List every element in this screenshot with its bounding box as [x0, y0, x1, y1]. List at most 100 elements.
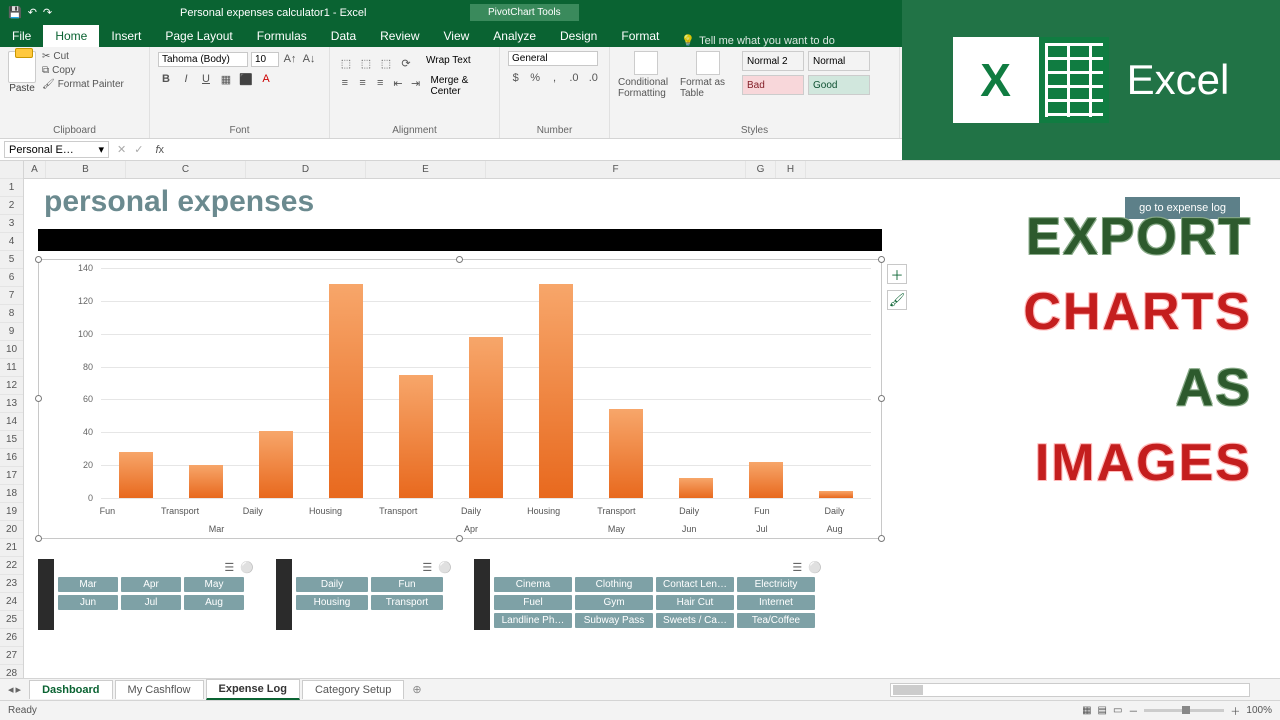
slicer-item[interactable]: Sweets / Ca… — [656, 613, 734, 628]
row-headers[interactable]: 1234567891011121314151617181920212223242… — [0, 161, 24, 695]
slicer-item[interactable]: Contact Len… — [656, 577, 734, 592]
multiselect-icon[interactable]: ☰ — [422, 561, 432, 574]
orientation-icon[interactable]: ⟳ — [398, 55, 414, 71]
font-color-button[interactable]: A — [258, 71, 274, 87]
zoom-out-icon[interactable]: － — [1128, 703, 1138, 718]
italic-button[interactable]: I — [178, 71, 194, 87]
slicer-category[interactable]: ☰⚪ DailyFunHousingTransport — [276, 559, 456, 630]
percent-icon[interactable]: % — [527, 70, 542, 86]
format-as-table-button[interactable]: Format as Table — [680, 51, 736, 99]
slicer-month[interactable]: ☰⚪ MarAprMayJunJulAug — [38, 559, 258, 630]
increase-font-icon[interactable]: A↑ — [282, 51, 298, 67]
font-size-combo[interactable]: 10 — [251, 52, 279, 67]
name-box[interactable]: Personal E…▾ — [4, 141, 109, 158]
chart-elements-button[interactable]: ＋ — [887, 264, 907, 284]
tab-file[interactable]: File — [0, 25, 43, 47]
increase-decimal-icon[interactable]: .0 — [566, 70, 581, 86]
slicer-item[interactable]: Apr — [121, 577, 181, 592]
slicer-item[interactable]: Fuel — [494, 595, 572, 610]
resize-handle[interactable] — [35, 256, 42, 263]
cell-style[interactable]: Good — [808, 75, 870, 95]
align-bottom-icon[interactable]: ⬚ — [378, 55, 394, 71]
multiselect-icon[interactable]: ☰ — [792, 561, 802, 574]
resize-handle[interactable] — [878, 395, 885, 402]
save-icon[interactable]: 💾 — [8, 6, 22, 19]
slicer-item[interactable]: Jun — [58, 595, 118, 610]
decrease-font-icon[interactable]: A↓ — [301, 51, 317, 67]
align-middle-icon[interactable]: ⬚ — [358, 55, 374, 71]
merge-center-button[interactable]: Merge & Center — [431, 75, 491, 97]
clear-filter-icon[interactable]: ⚪ — [240, 561, 254, 574]
view-normal-icon[interactable]: ▦ — [1082, 705, 1091, 716]
scrollbar-thumb[interactable] — [893, 685, 923, 695]
tab-insert[interactable]: Insert — [99, 25, 153, 47]
tell-me-search[interactable]: 💡Tell me what you want to do — [681, 34, 834, 47]
conditional-formatting-button[interactable]: Conditional Formatting — [618, 51, 674, 99]
fx-icon[interactable]: fx — [147, 144, 172, 156]
paste-button[interactable]: Paste — [8, 51, 36, 94]
cell-style[interactable]: Bad — [742, 75, 804, 95]
tab-home[interactable]: Home — [43, 25, 99, 47]
align-right-icon[interactable]: ≡ — [373, 75, 387, 91]
slicer-item[interactable]: Landline Ph… — [494, 613, 572, 628]
align-left-icon[interactable]: ≡ — [338, 75, 352, 91]
tab-analyze[interactable]: Analyze — [481, 25, 548, 47]
wrap-text-button[interactable]: Wrap Text — [426, 55, 471, 71]
currency-icon[interactable]: $ — [508, 70, 523, 86]
border-button[interactable]: ▦ — [218, 71, 234, 87]
slicer-item[interactable]: Mar — [58, 577, 118, 592]
zoom-in-icon[interactable]: ＋ — [1230, 703, 1240, 718]
tab-format[interactable]: Format — [609, 25, 671, 47]
sheet-tab-expense-log[interactable]: Expense Log — [206, 679, 300, 700]
resize-handle[interactable] — [878, 535, 885, 542]
tab-scroll-right-icon[interactable]: ▸ — [16, 683, 22, 696]
slicer-subcategory[interactable]: ☰⚪ CinemaClothingContact Len…Electricity… — [474, 559, 826, 630]
resize-handle[interactable] — [35, 395, 42, 402]
chart-styles-button[interactable]: 🖌 — [887, 290, 907, 310]
cancel-icon[interactable]: ✕ — [113, 143, 130, 156]
cell-style[interactable]: Normal — [808, 51, 870, 71]
slicer-item[interactable]: Hair Cut — [656, 595, 734, 610]
align-center-icon[interactable]: ≡ — [356, 75, 370, 91]
underline-button[interactable]: U — [198, 71, 214, 87]
tab-data[interactable]: Data — [319, 25, 368, 47]
slicer-item[interactable]: Jul — [121, 595, 181, 610]
copy-button[interactable]: ⧉Copy — [42, 65, 124, 76]
tab-formulas[interactable]: Formulas — [245, 25, 319, 47]
undo-icon[interactable]: ↶ — [28, 6, 37, 19]
pivot-chart[interactable]: 020406080100120140 FunTransportDailyHous… — [38, 259, 882, 539]
sheet-tab-dashboard[interactable]: Dashboard — [29, 680, 112, 699]
view-break-icon[interactable]: ▭ — [1113, 705, 1122, 716]
clear-filter-icon[interactable]: ⚪ — [438, 561, 452, 574]
cell-style[interactable]: Normal 2 — [742, 51, 804, 71]
slicer-item[interactable]: Cinema — [494, 577, 572, 592]
tab-scroll-left-icon[interactable]: ◂ — [8, 683, 14, 696]
clear-filter-icon[interactable]: ⚪ — [808, 561, 822, 574]
slicer-item[interactable]: Tea/Coffee — [737, 613, 815, 628]
slicer-item[interactable]: Housing — [296, 595, 368, 610]
resize-handle[interactable] — [456, 535, 463, 542]
slicer-item[interactable]: Clothing — [575, 577, 653, 592]
slicer-item[interactable]: May — [184, 577, 244, 592]
slicer-item[interactable]: Fun — [371, 577, 443, 592]
align-top-icon[interactable]: ⬚ — [338, 55, 354, 71]
redo-icon[interactable]: ↷ — [43, 6, 52, 19]
tab-design[interactable]: Design — [548, 25, 609, 47]
slicer-item[interactable]: Transport — [371, 595, 443, 610]
new-sheet-button[interactable]: ⊕ — [412, 683, 421, 696]
multiselect-icon[interactable]: ☰ — [224, 561, 234, 574]
indent-dec-icon[interactable]: ⇤ — [391, 75, 405, 91]
sheet-tab-category-setup[interactable]: Category Setup — [302, 680, 404, 699]
slicer-item[interactable]: Gym — [575, 595, 653, 610]
fill-color-button[interactable]: ⬛ — [238, 71, 254, 87]
number-format-combo[interactable]: General — [508, 51, 598, 66]
resize-handle[interactable] — [456, 256, 463, 263]
cut-button[interactable]: ✂Cut — [42, 51, 124, 62]
slicer-item[interactable]: Internet — [737, 595, 815, 610]
sheet-tab-cashflow[interactable]: My Cashflow — [115, 680, 204, 699]
format-painter-button[interactable]: 🖌Format Painter — [42, 79, 124, 90]
indent-inc-icon[interactable]: ⇥ — [409, 75, 423, 91]
bold-button[interactable]: B — [158, 71, 174, 87]
tab-review[interactable]: Review — [368, 25, 431, 47]
tab-page-layout[interactable]: Page Layout — [153, 25, 244, 47]
